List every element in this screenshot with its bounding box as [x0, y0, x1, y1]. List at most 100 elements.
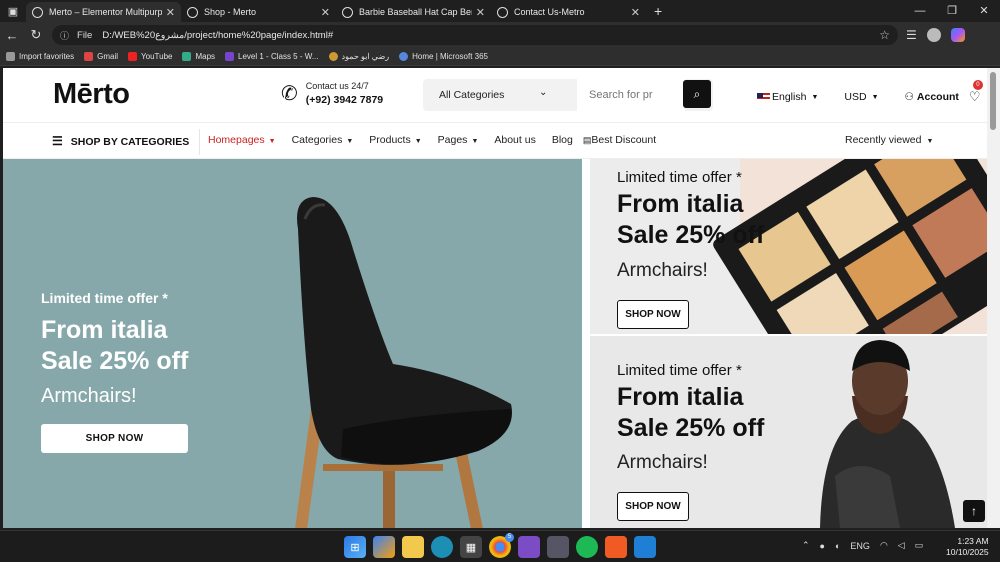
bookmark-item[interactable]: Home | Microsoft 365: [399, 52, 488, 61]
vscode-icon[interactable]: [634, 536, 656, 558]
address-bar[interactable]: ⓘ File D:/WEB%20مشروع/project/home%20pag…: [52, 25, 898, 45]
tab-title: Contact Us-Metro: [514, 7, 585, 17]
brave-icon[interactable]: [605, 536, 627, 558]
notes-icon[interactable]: [547, 536, 569, 558]
hero-shop-now-button[interactable]: SHOP NOW: [41, 424, 188, 453]
caret-down-icon[interactable]: ▼: [872, 94, 879, 101]
contact-phone[interactable]: (+92) 3942 7879: [306, 94, 383, 106]
edge-icon[interactable]: [431, 536, 453, 558]
url-text[interactable]: D:/WEB%20مشروع/project/home%20page/index…: [102, 30, 333, 41]
side-shop-now-button[interactable]: SHOP NOW: [617, 300, 689, 329]
caret-down-icon: ▼: [471, 138, 479, 145]
side-shop-now-button[interactable]: SHOP NOW: [617, 492, 689, 521]
microsoft365-icon: [399, 52, 409, 61]
close-window-icon[interactable]: ✕: [968, 0, 1000, 22]
scroll-to-top-button[interactable]: ↑: [963, 500, 985, 522]
window-controls: — ❐ ✕: [904, 0, 1000, 22]
currency-select[interactable]: USD: [844, 91, 866, 103]
copilot-taskbar-icon[interactable]: [373, 536, 395, 558]
bookmark-item[interactable]: رضي ابو حمود: [328, 52, 389, 61]
search-input[interactable]: [577, 79, 685, 111]
favorite-star-icon[interactable]: ☆: [879, 28, 890, 42]
volume-icon[interactable]: ◁: [898, 540, 905, 551]
contact-label: Contact us 24/7: [305, 81, 369, 91]
caret-down-icon: ▼: [346, 138, 354, 145]
search-button[interactable]: ⌕: [683, 80, 711, 108]
chrome-icon[interactable]: 5: [489, 533, 514, 558]
nav-link-products[interactable]: Products ▼: [369, 134, 421, 146]
chrome-badge: 5: [505, 533, 514, 542]
caret-down-icon[interactable]: ▼: [811, 94, 818, 101]
battery-icon[interactable]: ▭: [915, 540, 924, 551]
site-header: Mērto ✆ Contact us 24/7 (+92) 3942 7879 …: [3, 68, 987, 122]
side-offer-text: Limited time offer *: [617, 362, 742, 379]
store-icon[interactable]: ▦: [460, 536, 482, 558]
info-icon[interactable]: ⓘ: [60, 29, 69, 42]
side-subtitle: Armchairs!: [617, 452, 708, 473]
tab-title: Shop - Merto: [204, 7, 257, 17]
visual-studio-icon[interactable]: [518, 536, 540, 558]
category-select[interactable]: All Categories: [439, 89, 504, 101]
start-icon[interactable]: ⊞: [344, 536, 366, 558]
back-icon[interactable]: ←: [0, 28, 24, 43]
shop-by-categories-button[interactable]: ☰ SHOP BY CATEGORIES: [52, 134, 189, 148]
bookmark-item[interactable]: Gmail: [84, 52, 118, 61]
side-banner-makeup: Limited time offer * From italia Sale 25…: [590, 159, 987, 334]
nav-link-best-discount[interactable]: ▤Best Discount: [583, 134, 656, 146]
tab-actions-icon[interactable]: ▣: [0, 0, 26, 22]
maximize-icon[interactable]: ❐: [936, 0, 968, 22]
minimize-icon[interactable]: —: [904, 0, 936, 22]
favorites-icon[interactable]: ☰: [906, 28, 917, 42]
browser-tab[interactable]: Merto – Elementor Multipurpose ✕: [26, 2, 181, 22]
close-tab-icon[interactable]: ✕: [321, 6, 330, 19]
browser-tab[interactable]: Contact Us-Metro ✕: [491, 2, 646, 22]
bookmarks-bar: Import favorites Gmail YouTube Maps Leve…: [0, 48, 1000, 66]
language-indicator[interactable]: ENG: [850, 541, 870, 551]
bookmark-item[interactable]: Import favorites: [6, 52, 74, 61]
close-tab-icon[interactable]: ✕: [631, 6, 640, 19]
account-link[interactable]: ⚇ Account: [905, 91, 959, 103]
nav-link-categories[interactable]: Categories ▼: [292, 134, 354, 146]
globe-icon: [187, 6, 198, 18]
nav-link-about[interactable]: About us: [494, 134, 535, 146]
bookmark-item[interactable]: Maps: [182, 52, 215, 61]
page-scrollbar[interactable]: [987, 68, 1000, 528]
chevron-down-icon[interactable]: ⌄: [539, 87, 547, 98]
nav-link-pages[interactable]: Pages ▼: [438, 134, 479, 146]
file-explorer-icon[interactable]: [402, 536, 424, 558]
wifi-icon[interactable]: ◠: [880, 540, 888, 551]
copilot-icon[interactable]: [950, 28, 965, 42]
wishlist-count-badge: 0: [972, 80, 983, 90]
spotify-icon[interactable]: [576, 536, 598, 558]
side-subtitle: Armchairs!: [617, 260, 708, 281]
nav-link-homepages[interactable]: Homepages ▼: [208, 134, 276, 146]
hero-offer-text: Limited time offer *: [41, 290, 168, 306]
side-title: From italia Sale 25% off: [617, 383, 765, 442]
close-tab-icon[interactable]: ✕: [476, 6, 485, 19]
clock[interactable]: 1:23 AM 10/10/2025: [946, 536, 989, 558]
close-tab-icon[interactable]: ✕: [166, 6, 175, 19]
refresh-icon[interactable]: ↻: [24, 27, 48, 43]
user-icon: ⚇: [904, 91, 914, 103]
bookmark-item[interactable]: YouTube: [128, 52, 172, 61]
caret-down-icon: ▼: [268, 138, 276, 145]
scheme-label: File: [77, 29, 93, 41]
tray-chevron-icon[interactable]: ⌃: [802, 540, 810, 551]
language-select[interactable]: English: [772, 91, 806, 103]
tray-app-icon[interactable]: ◐: [835, 541, 840, 551]
wishlist-icon[interactable]: ♡: [969, 89, 981, 105]
import-icon: [6, 52, 15, 61]
nav-link-blog[interactable]: Blog: [552, 134, 573, 146]
search-bar: All Categories ⌄ ⌕: [423, 79, 713, 111]
browser-tab[interactable]: Barbie Baseball Hat Cap Berkshire ✕: [336, 2, 491, 22]
main-nav: ☰ SHOP BY CATEGORIES Homepages ▼ Categorie…: [3, 122, 987, 159]
browser-tab[interactable]: Shop - Merto ✕: [181, 2, 336, 22]
new-tab-icon[interactable]: +: [654, 3, 662, 19]
profile-avatar[interactable]: [926, 28, 941, 42]
tray-app-icon[interactable]: ●: [820, 541, 825, 551]
scrollbar-thumb[interactable]: [990, 72, 996, 130]
recently-viewed-dropdown[interactable]: Recently viewed ▼: [845, 134, 933, 146]
maps-icon: [182, 52, 192, 61]
site-logo[interactable]: Mērto: [53, 78, 130, 111]
bookmark-item[interactable]: Level 1 - Class 5 - W...: [225, 52, 319, 61]
